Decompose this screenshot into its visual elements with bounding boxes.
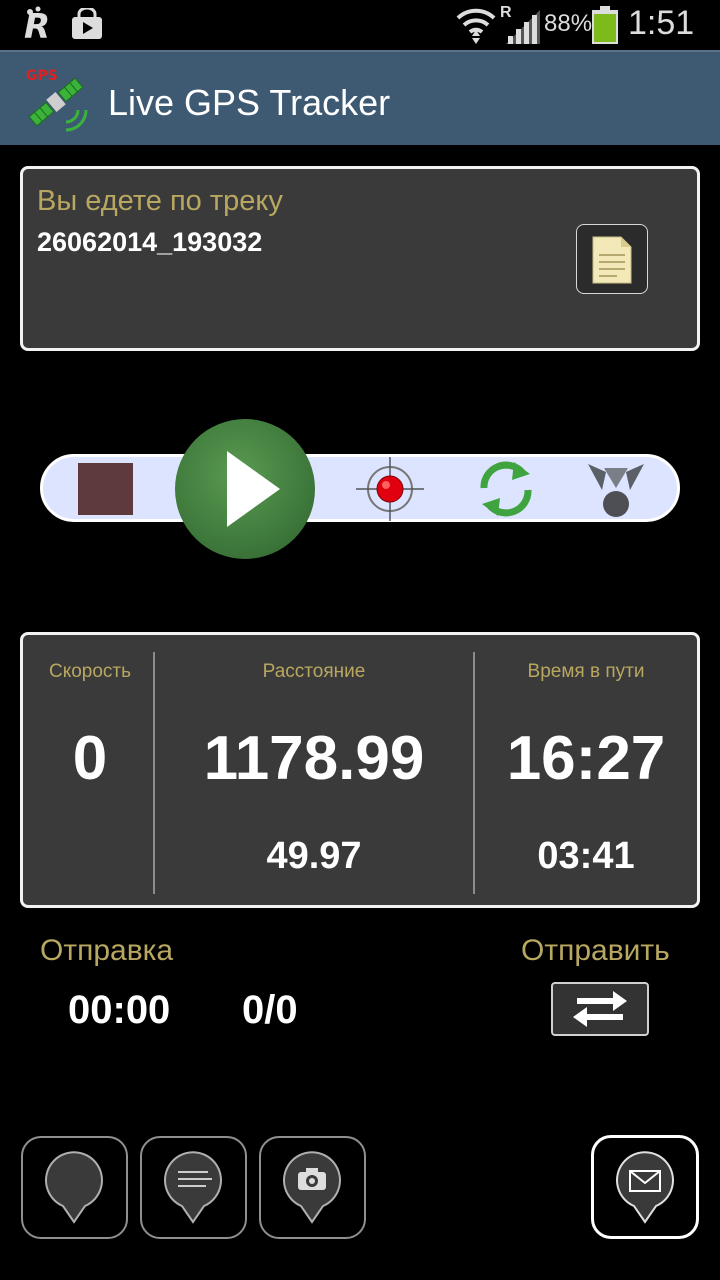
signal-strength-icon: [506, 10, 540, 44]
play-button[interactable]: [175, 419, 315, 559]
track-caption: Вы едете по треку: [37, 185, 283, 217]
distance-sub-value: 49.97: [266, 835, 362, 877]
share-location-button[interactable]: [584, 458, 648, 520]
store-bag-icon: [72, 8, 102, 39]
notification-r-icon: R: [24, 6, 50, 42]
map-pin-icon: [45, 1151, 103, 1224]
play-icon: [227, 451, 280, 527]
photo-button[interactable]: [259, 1136, 366, 1239]
track-name: 26062014_193032: [37, 227, 263, 257]
speed-label: Скорость: [48, 661, 132, 682]
refresh-icon-button[interactable]: [474, 458, 538, 520]
logo-text: GPS: [26, 68, 58, 84]
stats-panel: Скорость 0 Расстояние 1178.99 49.97 Врем…: [20, 632, 700, 908]
marker-button[interactable]: [21, 1136, 128, 1239]
note-button[interactable]: [140, 1136, 247, 1239]
travel-time-sub-value: 03:41: [537, 835, 635, 877]
speed-value: 0: [72, 724, 108, 793]
satellite-logo-icon: GPS: [26, 68, 88, 132]
envelope-pin-icon: [616, 1151, 674, 1224]
document-icon: [592, 236, 632, 284]
battery-icon: [592, 6, 618, 44]
send-now-button[interactable]: [551, 982, 649, 1036]
wifi-icon: [456, 8, 496, 44]
send-status-label: Отправка: [40, 934, 174, 967]
battery-percent: 88%: [544, 10, 593, 37]
camera-pin-icon: [283, 1151, 341, 1224]
status-bar: R R 88% 1:51: [0, 0, 720, 50]
send-now-label: Отправить: [521, 934, 670, 967]
current-track-panel: Вы едете по треку 26062014_193032: [20, 166, 700, 351]
travel-time-label: Время в пути: [527, 661, 645, 682]
send-timer: 00:00: [68, 988, 171, 1032]
note-pin-icon: [164, 1151, 222, 1224]
track-list-button[interactable]: [576, 224, 648, 294]
app-bar: GPS Live GPS Tracker: [0, 50, 720, 145]
app-title: Live GPS Tracker: [108, 82, 391, 123]
travel-time-value: 16:27: [506, 724, 666, 793]
swap-arrows-icon: [573, 991, 627, 1027]
location-target-button[interactable]: [354, 455, 426, 523]
distance-value: 1178.99: [203, 724, 425, 793]
message-button[interactable]: [591, 1135, 699, 1239]
send-count: 0/0: [242, 988, 298, 1032]
stop-button[interactable]: [78, 463, 133, 515]
status-clock: 1:51: [628, 4, 695, 42]
distance-label: Расстояние: [262, 661, 366, 682]
